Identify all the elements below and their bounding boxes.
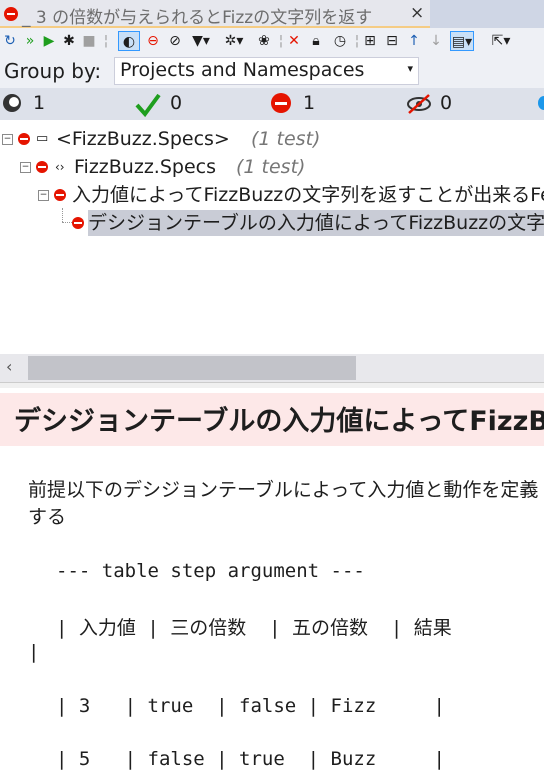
table-step-header: --- table step argument --- [56, 560, 365, 582]
lock-icon[interactable]: 🔒︎ [308, 31, 324, 51]
table-columns-end: | [28, 641, 40, 663]
failed-status-icon [54, 189, 66, 201]
expand-all-icon[interactable]: ⊞ [362, 31, 378, 51]
output-icon[interactable]: ▤▾ [450, 31, 474, 51]
collapse-icon[interactable]: − [38, 190, 49, 201]
collapse-all-icon[interactable]: ⊟ [384, 31, 400, 51]
paw-icon[interactable]: ❀ [256, 31, 272, 51]
collapse-icon[interactable]: − [2, 134, 13, 145]
group-by-bar: Group by: Projects and Namespaces ▾ [0, 54, 544, 88]
arrow-up-icon[interactable]: ↑ [406, 31, 422, 51]
export-icon[interactable]: ⇱▾ [488, 31, 514, 51]
test-name: デシジョンテーブルの入力値によってFizzBuzzの文字列を返す [88, 210, 544, 236]
close-icon[interactable]: ✕ [286, 31, 302, 51]
test-tree: − ▭ <FizzBuzz.Specs> (1 test) − ‹› FizzB… [0, 122, 544, 354]
table-row: | 3 | true | false | Fizz | [56, 695, 445, 717]
detail-description: 前提以下のデシジョンテーブルによって入力値と動作を定義する [28, 479, 539, 528]
settings-icon[interactable]: ✲▾ [222, 31, 246, 51]
tree-connector [62, 222, 72, 224]
filter-icon[interactable]: ▼▾ [190, 31, 212, 51]
project-test-count: (1 test) [251, 128, 321, 150]
feature-name: 入力値によってFizzBuzzの文字列を返すことが出来るFeature [72, 184, 544, 206]
failed-status-icon [4, 7, 18, 21]
clock-icon[interactable]: ◷ [332, 31, 348, 51]
refresh-icon[interactable]: ↻ [2, 31, 18, 51]
toolbar: ↻ » ▶ ✱ ■ ¦ ◐ ⊖ ⊘ ▼▾ ✲▾ ❀ ¦ ✕ 🔒︎ ◷ ¦ ⊞ ⊟… [0, 28, 544, 54]
stats-bar: 1 0 1 0 [0, 88, 544, 120]
failed-icon[interactable] [271, 93, 291, 113]
detail-header: デシジョンテーブルの入力値によってFizzBuzzの文字列を返す [0, 393, 544, 446]
ignored-count: 0 [440, 92, 453, 114]
collapse-icon[interactable]: − [20, 162, 31, 173]
namespace-test-count: (1 test) [236, 156, 306, 178]
table-columns-line: | 入力値 | 三の倍数 | 五の倍数 | 結果 [56, 617, 452, 639]
debug-icon[interactable]: ✱ [60, 31, 78, 51]
table-row: | 5 | false | true | Buzz | [56, 748, 445, 770]
separator: ¦ [278, 33, 284, 49]
failed-count: 1 [303, 92, 316, 114]
namespace-icon: ‹› [55, 160, 65, 174]
arrow-down-icon[interactable]: ↓ [428, 31, 444, 51]
track-active-icon[interactable]: ◐ [118, 31, 140, 51]
passed-check-icon[interactable] [134, 92, 162, 118]
namespace-name: FizzBuzz.Specs [74, 156, 216, 178]
document-tab[interactable]: _ 3 の倍数が与えられるとFizzの文字列を返す × [0, 0, 430, 28]
run-icon[interactable]: ▶ [42, 31, 56, 51]
stop-icon[interactable]: ■ [82, 31, 96, 51]
run-all-icon[interactable]: » [22, 31, 38, 51]
group-by-value: Projects and Namespaces [120, 59, 365, 81]
total-tests-icon[interactable] [3, 94, 21, 112]
ignored-icon[interactable] [406, 94, 432, 114]
horizontal-scrollbar[interactable]: ‹ [0, 354, 544, 382]
document-tab-strip: _ 3 の倍数が与えられるとFizzの文字列を返す × [0, 0, 544, 28]
chevron-down-icon: ▾ [407, 62, 413, 75]
detail-title: デシジョンテーブルの入力値によってFizzBuzzの文字列を返す [14, 406, 544, 437]
close-tab-icon[interactable]: × [410, 3, 424, 23]
scrollbar-thumb[interactable] [28, 356, 356, 380]
failed-status-icon [72, 217, 84, 229]
group-by-select[interactable]: Projects and Namespaces ▾ [114, 57, 419, 85]
separator: ¦ [354, 33, 360, 49]
csharp-project-icon: ▭ [36, 131, 49, 146]
failed-status-icon [18, 133, 30, 145]
tab-title: _ 3 の倍数が与えられるとFizzの文字列を返す [22, 8, 373, 28]
passed-count: 0 [170, 92, 183, 114]
hide-icon[interactable]: ⊘ [166, 31, 184, 51]
scroll-left-icon[interactable]: ‹ [6, 357, 12, 376]
info-icon[interactable] [538, 96, 544, 110]
separator: ¦ [103, 33, 109, 49]
total-count: 1 [33, 92, 46, 114]
tree-connector [62, 208, 64, 222]
pane-splitter[interactable] [0, 382, 544, 388]
stop-on-fail-icon[interactable]: ⊖ [145, 31, 161, 51]
project-name: <FizzBuzz.Specs> [56, 128, 230, 150]
group-by-label: Group by: [4, 59, 102, 83]
failed-status-icon [36, 161, 48, 173]
